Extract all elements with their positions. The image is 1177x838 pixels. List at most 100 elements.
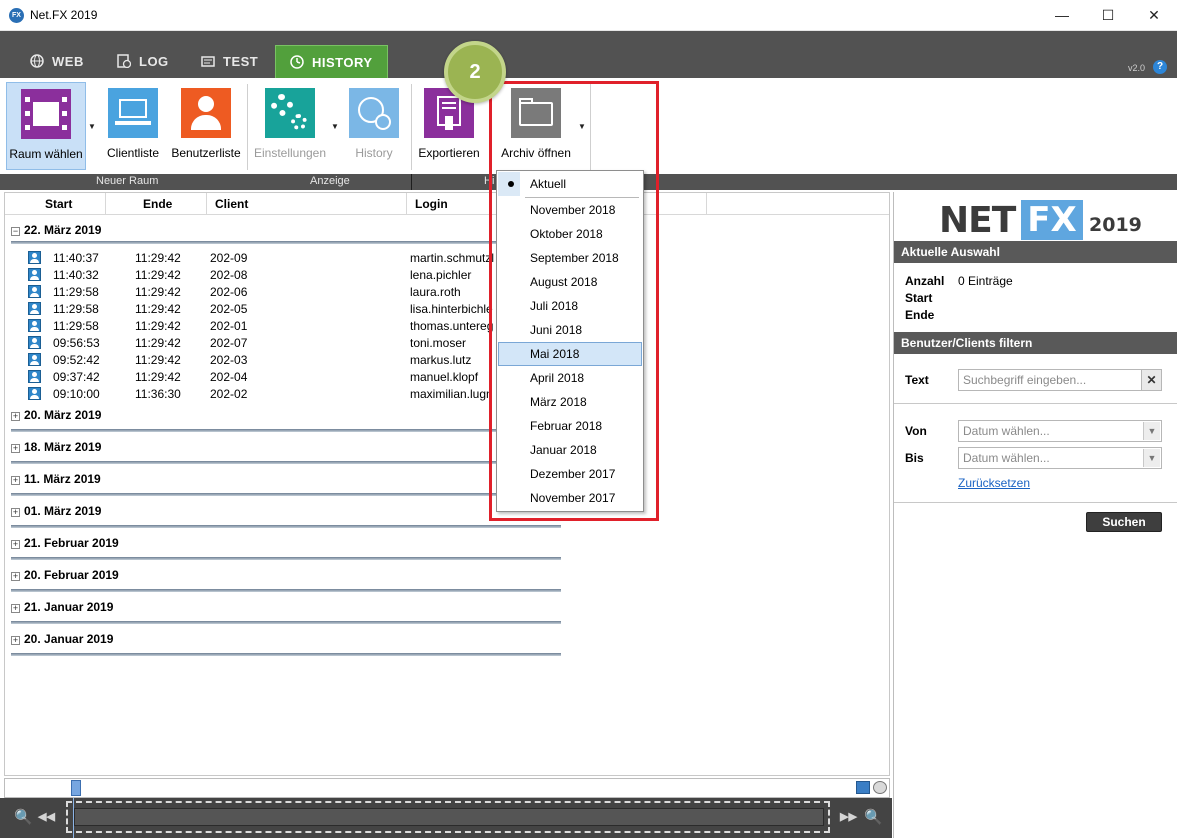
logo-fx-text: FX — [1021, 200, 1083, 240]
table-row[interactable]: 09:10:00 11:36:30 202-02 maximilian.lugn — [5, 386, 885, 403]
zoom-out-icon[interactable]: 🔍 — [14, 808, 33, 826]
scroll-thumb[interactable] — [71, 780, 81, 796]
von-date-picker[interactable]: Datum wählen... ▼ — [958, 420, 1162, 442]
clear-search-icon[interactable]: ✕ — [1141, 370, 1161, 390]
search-input[interactable]: Suchbegriff eingeben... ✕ — [958, 369, 1162, 391]
menu-item[interactable]: Februar 2018 — [498, 414, 642, 438]
einstellungen-dropdown-arrow[interactable]: ▼ — [331, 122, 339, 131]
view-list-icon[interactable] — [856, 781, 870, 794]
cell-ende: 11:29:42 — [135, 319, 181, 333]
bis-date-picker[interactable]: Datum wählen... ▼ — [958, 447, 1162, 469]
maximize-button[interactable]: ☐ — [1085, 0, 1131, 31]
chevron-down-icon[interactable]: ▼ — [1143, 449, 1160, 467]
menu-item[interactable]: November 2017 — [498, 486, 642, 510]
timeline-marker[interactable] — [73, 798, 74, 838]
table-row[interactable]: 11:29:58 11:29:42 202-05 lisa.hinterbichle — [5, 301, 885, 318]
date-group-header[interactable]: +20. Januar 2019 — [11, 632, 113, 646]
search-button[interactable]: Suchen — [1086, 512, 1162, 532]
menu-item-aktuell[interactable]: Aktuell — [498, 172, 642, 196]
help-icon[interactable]: ? — [1153, 60, 1167, 74]
step-number-badge: 2 — [444, 41, 506, 103]
date-group-header[interactable]: +21. Januar 2019 — [11, 600, 113, 614]
table-row[interactable]: 09:56:53 11:29:42 202-07 toni.moser — [5, 335, 885, 352]
group-underline — [11, 493, 561, 496]
chevron-down-icon[interactable]: ▼ — [1143, 422, 1160, 440]
cell-ende: 11:29:42 — [135, 302, 181, 316]
menu-item[interactable]: Juni 2018 — [498, 318, 642, 342]
clientliste-label: Clientliste — [106, 146, 160, 160]
benutzerliste-button[interactable]: Benutzerliste — [170, 82, 242, 170]
collapse-icon[interactable]: − — [11, 227, 20, 236]
tab-log[interactable]: LOG — [117, 45, 169, 78]
expand-icon[interactable]: + — [11, 444, 20, 453]
table-row[interactable]: 11:40:32 11:29:42 202-08 lena.pichler — [5, 267, 885, 284]
table-row[interactable]: 09:52:42 11:29:42 202-03 markus.lutz — [5, 352, 885, 369]
menu-item[interactable]: Oktober 2018 — [498, 222, 642, 246]
cell-start: 09:56:53 — [53, 336, 100, 350]
clientliste-button[interactable]: Clientliste — [102, 82, 164, 170]
history-button[interactable]: History — [344, 82, 404, 170]
raum-waehlen-label: Raum wählen — [9, 147, 83, 161]
timeline-range[interactable] — [74, 808, 824, 826]
menu-item[interactable]: November 2018 — [498, 198, 642, 222]
anzahl-label: Anzahl — [905, 274, 945, 288]
date-group-header[interactable]: −22. März 2019 — [11, 223, 101, 237]
expand-icon[interactable]: + — [11, 636, 20, 645]
expand-icon[interactable]: + — [11, 604, 20, 613]
menu-item[interactable]: Januar 2018 — [498, 438, 642, 462]
header-client[interactable]: Client — [215, 197, 248, 211]
table-row[interactable]: 11:29:58 11:29:42 202-06 laura.roth — [5, 284, 885, 301]
expand-icon[interactable]: + — [11, 476, 20, 485]
close-button[interactable]: ✕ — [1131, 0, 1177, 31]
von-label: Von — [905, 424, 927, 438]
date-group-header[interactable]: +21. Februar 2019 — [11, 536, 119, 550]
date-group-header[interactable]: +20. März 2019 — [11, 408, 101, 422]
cell-client: 202-06 — [210, 285, 248, 299]
tab-history[interactable]: HISTORY — [275, 45, 388, 78]
einstellungen-button[interactable]: Einstellungen — [252, 82, 328, 170]
date-group-header[interactable]: +11. März 2019 — [11, 472, 101, 486]
start-label: Start — [905, 291, 933, 305]
rewind-icon[interactable]: ◀◀ — [38, 810, 55, 823]
raum-waehlen-button[interactable]: Raum wählen — [6, 82, 86, 170]
menu-item[interactable]: April 2018 — [498, 366, 642, 390]
expand-icon[interactable]: + — [11, 572, 20, 581]
date-group-label: 01. März 2019 — [24, 504, 102, 518]
user-icon — [28, 387, 41, 400]
date-group-header[interactable]: +01. März 2019 — [11, 504, 101, 518]
divider — [894, 403, 1177, 404]
header-ende[interactable]: Ende — [143, 197, 172, 211]
timeline-scrollbar[interactable] — [4, 778, 890, 798]
menu-item[interactable]: Dezember 2017 — [498, 462, 642, 486]
expand-icon[interactable]: + — [11, 412, 20, 421]
table-row[interactable]: 09:37:42 11:29:42 202-04 manuel.klopf — [5, 369, 885, 386]
tab-test-label: TEST — [223, 54, 259, 69]
reset-link[interactable]: Zurücksetzen — [958, 476, 1030, 490]
cell-login: manuel.klopf — [410, 370, 479, 384]
tab-web[interactable]: WEB — [30, 45, 84, 78]
ribbon-separator — [411, 84, 412, 170]
menu-item[interactable]: Juli 2018 — [498, 294, 642, 318]
date-group-header[interactable]: +18. März 2019 — [11, 440, 101, 454]
right-side-panel: NET FX 2019 Aktuelle Auswahl Anzahl 0 Ei… — [893, 192, 1177, 838]
header-start[interactable]: Start — [45, 197, 72, 211]
cell-ende: 11:29:42 — [135, 251, 181, 265]
tab-test[interactable]: TEST — [201, 45, 258, 78]
date-group-header[interactable]: +20. Februar 2019 — [11, 568, 119, 582]
table-row[interactable]: 11:29:58 11:29:42 202-01 thomas.untereg — [5, 318, 885, 335]
view-globe-icon[interactable] — [873, 781, 887, 794]
user-icon — [28, 268, 41, 281]
raum-dropdown-arrow[interactable]: ▼ — [88, 122, 96, 131]
header-login[interactable]: Login — [415, 197, 448, 211]
minimize-button[interactable]: — — [1039, 0, 1085, 31]
table-row[interactable]: 11:40:37 11:29:42 202-09 martin.schmutzl — [5, 250, 885, 267]
user-icon — [28, 336, 41, 349]
fast-forward-icon[interactable]: ▶▶ — [840, 810, 857, 823]
menu-item[interactable]: September 2018 — [498, 246, 642, 270]
expand-icon[interactable]: + — [11, 508, 20, 517]
zoom-in-icon[interactable]: 🔍 — [864, 808, 883, 826]
menu-item-highlighted[interactable]: Mai 2018 — [498, 342, 642, 366]
expand-icon[interactable]: + — [11, 540, 20, 549]
menu-item[interactable]: März 2018 — [498, 390, 642, 414]
menu-item[interactable]: August 2018 — [498, 270, 642, 294]
